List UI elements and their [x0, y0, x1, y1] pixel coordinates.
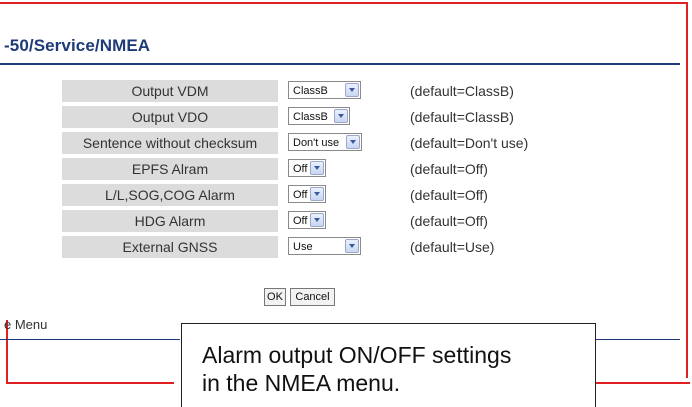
default-value: (default=Off)	[410, 161, 488, 177]
output-vdo-select[interactable]: ClassB	[288, 107, 350, 125]
external-gnss-select[interactable]: Use	[288, 237, 361, 255]
hdg-alarm-select[interactable]: Off	[288, 211, 326, 229]
chevron-down-icon[interactable]	[310, 161, 324, 175]
callout-text: Alarm output ON/OFF settings in the NMEA…	[202, 341, 511, 397]
cancel-button[interactable]: Cancel	[290, 288, 335, 306]
ok-button[interactable]: OK	[264, 288, 286, 306]
select-value: Don't use	[293, 137, 340, 149]
frame-border-bottom-left	[8, 382, 174, 384]
frame-border-top	[0, 2, 688, 4]
setting-label: EPFS Alram	[62, 158, 278, 180]
setting-label: Output VDM	[62, 80, 278, 102]
default-value: (default=Don't use)	[410, 135, 529, 151]
select-value: Use	[293, 241, 313, 253]
default-value: (default=ClassB)	[410, 109, 514, 125]
default-value: (default=ClassB)	[410, 83, 514, 99]
ll-sog-cog-alarm-select[interactable]: Off	[288, 185, 326, 203]
menu-link[interactable]: e Menu	[4, 317, 47, 332]
setting-label: Output VDO	[62, 106, 278, 128]
page-title: -50/Service/NMEA	[4, 36, 151, 55]
title-divider	[0, 63, 680, 65]
chevron-down-icon[interactable]	[310, 213, 324, 227]
chevron-down-icon[interactable]	[334, 109, 348, 123]
default-value: (default=Off)	[410, 213, 488, 229]
footer-divider-right	[596, 339, 680, 340]
frame-border-right	[686, 2, 688, 378]
chevron-down-icon[interactable]	[346, 135, 360, 149]
sentence-checksum-select[interactable]: Don't use	[288, 133, 362, 151]
callout-line-2: in the NMEA menu.	[202, 370, 401, 396]
select-value: Off	[293, 189, 308, 201]
footer-divider-left	[0, 339, 180, 340]
setting-label: External GNSS	[62, 236, 278, 258]
default-value: (default=Use)	[410, 239, 495, 255]
epfs-alarm-select[interactable]: Off	[288, 159, 326, 177]
default-value: (default=Off)	[410, 187, 488, 203]
setting-label: L/L,SOG,COG Alarm	[62, 184, 278, 206]
setting-label: Sentence without checksum	[62, 132, 278, 154]
chevron-down-icon[interactable]	[345, 239, 359, 253]
chevron-down-icon[interactable]	[310, 187, 324, 201]
select-value: ClassB	[293, 85, 328, 97]
select-value: Off	[293, 215, 308, 227]
annotation-callout: Alarm output ON/OFF settings in the NMEA…	[181, 323, 596, 407]
output-vdm-select[interactable]: ClassB	[288, 81, 361, 99]
setting-label: HDG Alarm	[62, 210, 278, 232]
chevron-down-icon[interactable]	[345, 83, 359, 97]
select-value: Off	[293, 163, 308, 175]
select-value: ClassB	[293, 111, 328, 123]
callout-line-1: Alarm output ON/OFF settings	[202, 342, 512, 368]
